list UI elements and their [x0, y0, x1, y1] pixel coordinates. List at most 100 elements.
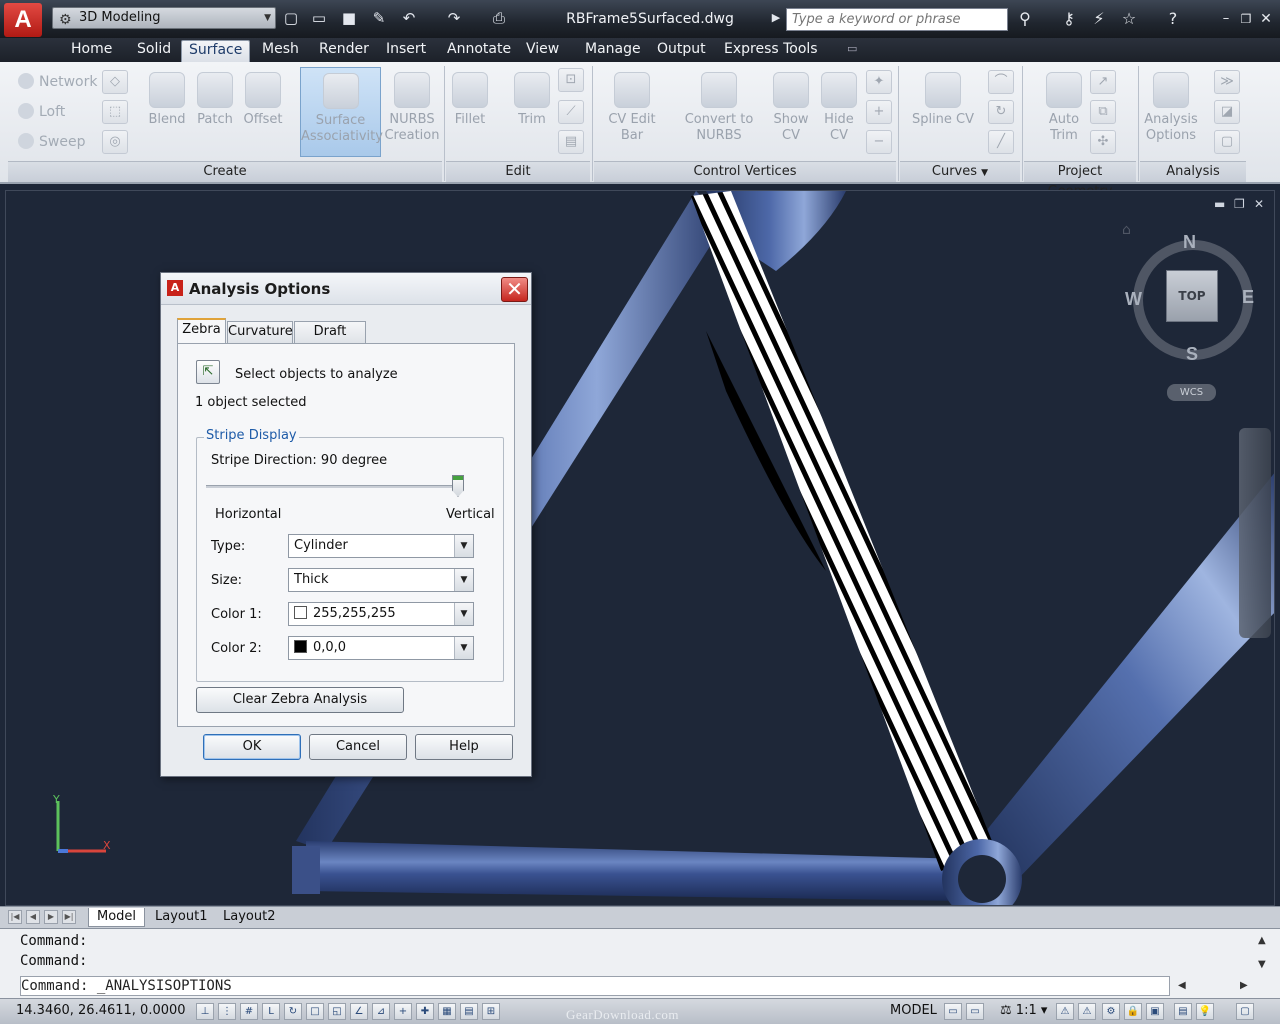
- first-layout-icon[interactable]: |◀: [8, 910, 22, 924]
- annotation-scale[interactable]: ⚖ 1:1 ▾: [1000, 1003, 1047, 1018]
- cancel-button[interactable]: Cancel: [309, 734, 407, 760]
- application-menu-button[interactable]: A: [4, 3, 42, 37]
- ok-button[interactable]: OK: [203, 734, 301, 760]
- nurbs-creation-button[interactable]: NURBSCreation: [384, 72, 440, 144]
- untrim-icon[interactable]: ⊡: [558, 68, 584, 92]
- analysis-options-button[interactable]: AnalysisOptions: [1142, 72, 1200, 144]
- restore-icon[interactable]: ❐: [1235, 8, 1257, 30]
- lock-icon[interactable]: 🔒: [1124, 1003, 1142, 1020]
- tab-render[interactable]: Render: [312, 38, 376, 62]
- ducs-icon[interactable]: ⊿: [372, 1003, 390, 1020]
- patch-button[interactable]: Patch: [192, 72, 238, 128]
- tab-manage[interactable]: Manage: [578, 38, 648, 62]
- prev-layout-icon[interactable]: ◀: [26, 910, 40, 924]
- isolate-objects-icon[interactable]: 💡: [1196, 1003, 1214, 1020]
- close-icon[interactable]: ✕: [1255, 8, 1277, 30]
- surface-associativity-button[interactable]: SurfaceAssociativity: [300, 67, 381, 157]
- dyn-icon[interactable]: +: [394, 1003, 412, 1020]
- tab-mesh[interactable]: Mesh: [255, 38, 306, 62]
- open-icon[interactable]: ▭: [309, 8, 329, 28]
- cv-edit-bar-button[interactable]: CV Edit Bar: [596, 72, 668, 144]
- next-layout-icon[interactable]: ▶: [44, 910, 58, 924]
- tab-view[interactable]: View: [519, 38, 566, 62]
- color2-select[interactable]: 0,0,0 ▼: [288, 636, 474, 660]
- tab-surface[interactable]: Surface: [181, 40, 250, 62]
- ortho-icon[interactable]: L: [262, 1003, 280, 1020]
- grid-icon[interactable]: #: [240, 1003, 258, 1020]
- hide-cv-button[interactable]: HideCV: [816, 72, 862, 144]
- tab-output[interactable]: Output: [650, 38, 713, 62]
- auto-trim-button[interactable]: AutoTrim: [1040, 72, 1088, 144]
- star-icon[interactable]: ☆: [1118, 8, 1140, 30]
- workspace-switching-icon[interactable]: ⚙: [1102, 1003, 1120, 1020]
- minimize-icon[interactable]: –: [1215, 8, 1237, 30]
- qp-icon[interactable]: ▤: [460, 1003, 478, 1020]
- command-input[interactable]: Command: _ANALYSISOPTIONS: [20, 976, 1170, 996]
- tab-solid[interactable]: Solid: [130, 38, 178, 62]
- undo-icon[interactable]: ↶: [399, 8, 419, 28]
- viewcube-top-face[interactable]: TOP: [1166, 270, 1218, 322]
- dialog-close-button[interactable]: ✕: [501, 277, 528, 302]
- sculpt-icon[interactable]: ▤: [558, 130, 584, 154]
- convert-to-nurbs-button[interactable]: Convert toNURBS: [684, 72, 754, 144]
- network-button[interactable]: Network: [18, 72, 97, 92]
- polar-icon[interactable]: ↻: [284, 1003, 302, 1020]
- tray-settings-icon[interactable]: ▤: [1174, 1003, 1192, 1020]
- binoculars-icon[interactable]: ⚲: [1014, 8, 1036, 30]
- new-icon[interactable]: ▢: [281, 8, 301, 28]
- otrack-icon[interactable]: ∠: [350, 1003, 368, 1020]
- loft-button[interactable]: Loft: [18, 102, 65, 122]
- trim-button[interactable]: Trim: [510, 72, 554, 128]
- viewport-close-icon[interactable]: ✕: [1254, 197, 1264, 211]
- tab-layout2[interactable]: Layout2: [215, 908, 283, 927]
- quick-view-drawings-icon[interactable]: ▭: [966, 1003, 984, 1020]
- annotation-visibility-icon[interactable]: ⚠: [1056, 1003, 1074, 1020]
- viewport-minimize-icon[interactable]: ▬: [1214, 197, 1225, 211]
- project-vector-icon[interactable]: ✣: [1090, 130, 1116, 154]
- plot-icon[interactable]: ⎙: [489, 8, 509, 28]
- extrude-icon[interactable]: ⬚: [102, 100, 128, 124]
- 3d-osnap-icon[interactable]: ◱: [328, 1003, 346, 1020]
- draft-icon[interactable]: ▢: [1214, 130, 1240, 154]
- scroll-down-icon[interactable]: ▼: [1258, 959, 1266, 970]
- scroll-left-icon[interactable]: ◀: [1178, 980, 1186, 991]
- clean-screen-icon[interactable]: ▢: [1236, 1003, 1254, 1020]
- viewport-restore-icon[interactable]: ❐: [1234, 197, 1245, 211]
- zebra-icon[interactable]: ≫: [1214, 70, 1240, 94]
- snap-icon[interactable]: ⋮: [218, 1003, 236, 1020]
- compass-west[interactable]: W: [1125, 289, 1142, 310]
- size-select[interactable]: Thick ▼: [288, 568, 474, 592]
- remove-cv-icon[interactable]: −: [866, 130, 892, 154]
- add-cv-icon[interactable]: +: [866, 100, 892, 124]
- save-icon[interactable]: ■: [339, 8, 359, 28]
- search-input[interactable]: [786, 8, 1008, 31]
- scroll-up-icon[interactable]: ▲: [1258, 935, 1266, 946]
- analysis-panel-title[interactable]: Analysis: [1140, 161, 1246, 182]
- planar-icon[interactable]: ◇: [102, 70, 128, 94]
- redo-icon[interactable]: ↷: [444, 8, 464, 28]
- model-space-toggle[interactable]: MODEL: [890, 1003, 937, 1018]
- project-view-icon[interactable]: ⧉: [1090, 100, 1116, 124]
- last-layout-icon[interactable]: ▶|: [62, 910, 76, 924]
- stripe-direction-slider[interactable]: [206, 485, 460, 488]
- workspace-select[interactable]: ⚙ 3D Modeling ▼: [52, 7, 276, 29]
- tpy-icon[interactable]: ▦: [438, 1003, 456, 1020]
- tab-home[interactable]: Home: [64, 38, 119, 62]
- curves-panel-title[interactable]: Curves ▼: [900, 161, 1020, 182]
- infer-constraints-icon[interactable]: ⊥: [196, 1003, 214, 1020]
- auto-scale-icon[interactable]: ⚠: [1078, 1003, 1096, 1020]
- tab-express-tools[interactable]: Express Tools: [717, 38, 825, 62]
- create-panel-title[interactable]: Create: [8, 161, 442, 182]
- home-icon[interactable]: ⌂: [1122, 222, 1131, 238]
- wcs-menu[interactable]: WCS: [1167, 384, 1216, 401]
- offset-button[interactable]: Offset: [240, 72, 286, 128]
- osnap-icon[interactable]: □: [306, 1003, 324, 1020]
- tab-draft-angle[interactable]: Draft Angle: [294, 321, 366, 343]
- dialog-title[interactable]: Analysis Options: [161, 273, 531, 305]
- tab-annotate[interactable]: Annotate: [440, 38, 518, 62]
- help-icon[interactable]: ?: [1162, 8, 1184, 30]
- ribbon-toggle-icon[interactable]: ▭: [840, 38, 864, 62]
- control-vertices-panel-title[interactable]: Control Vertices: [594, 161, 896, 182]
- tab-zebra[interactable]: Zebra: [177, 318, 226, 344]
- revolve-icon[interactable]: ◎: [102, 130, 128, 154]
